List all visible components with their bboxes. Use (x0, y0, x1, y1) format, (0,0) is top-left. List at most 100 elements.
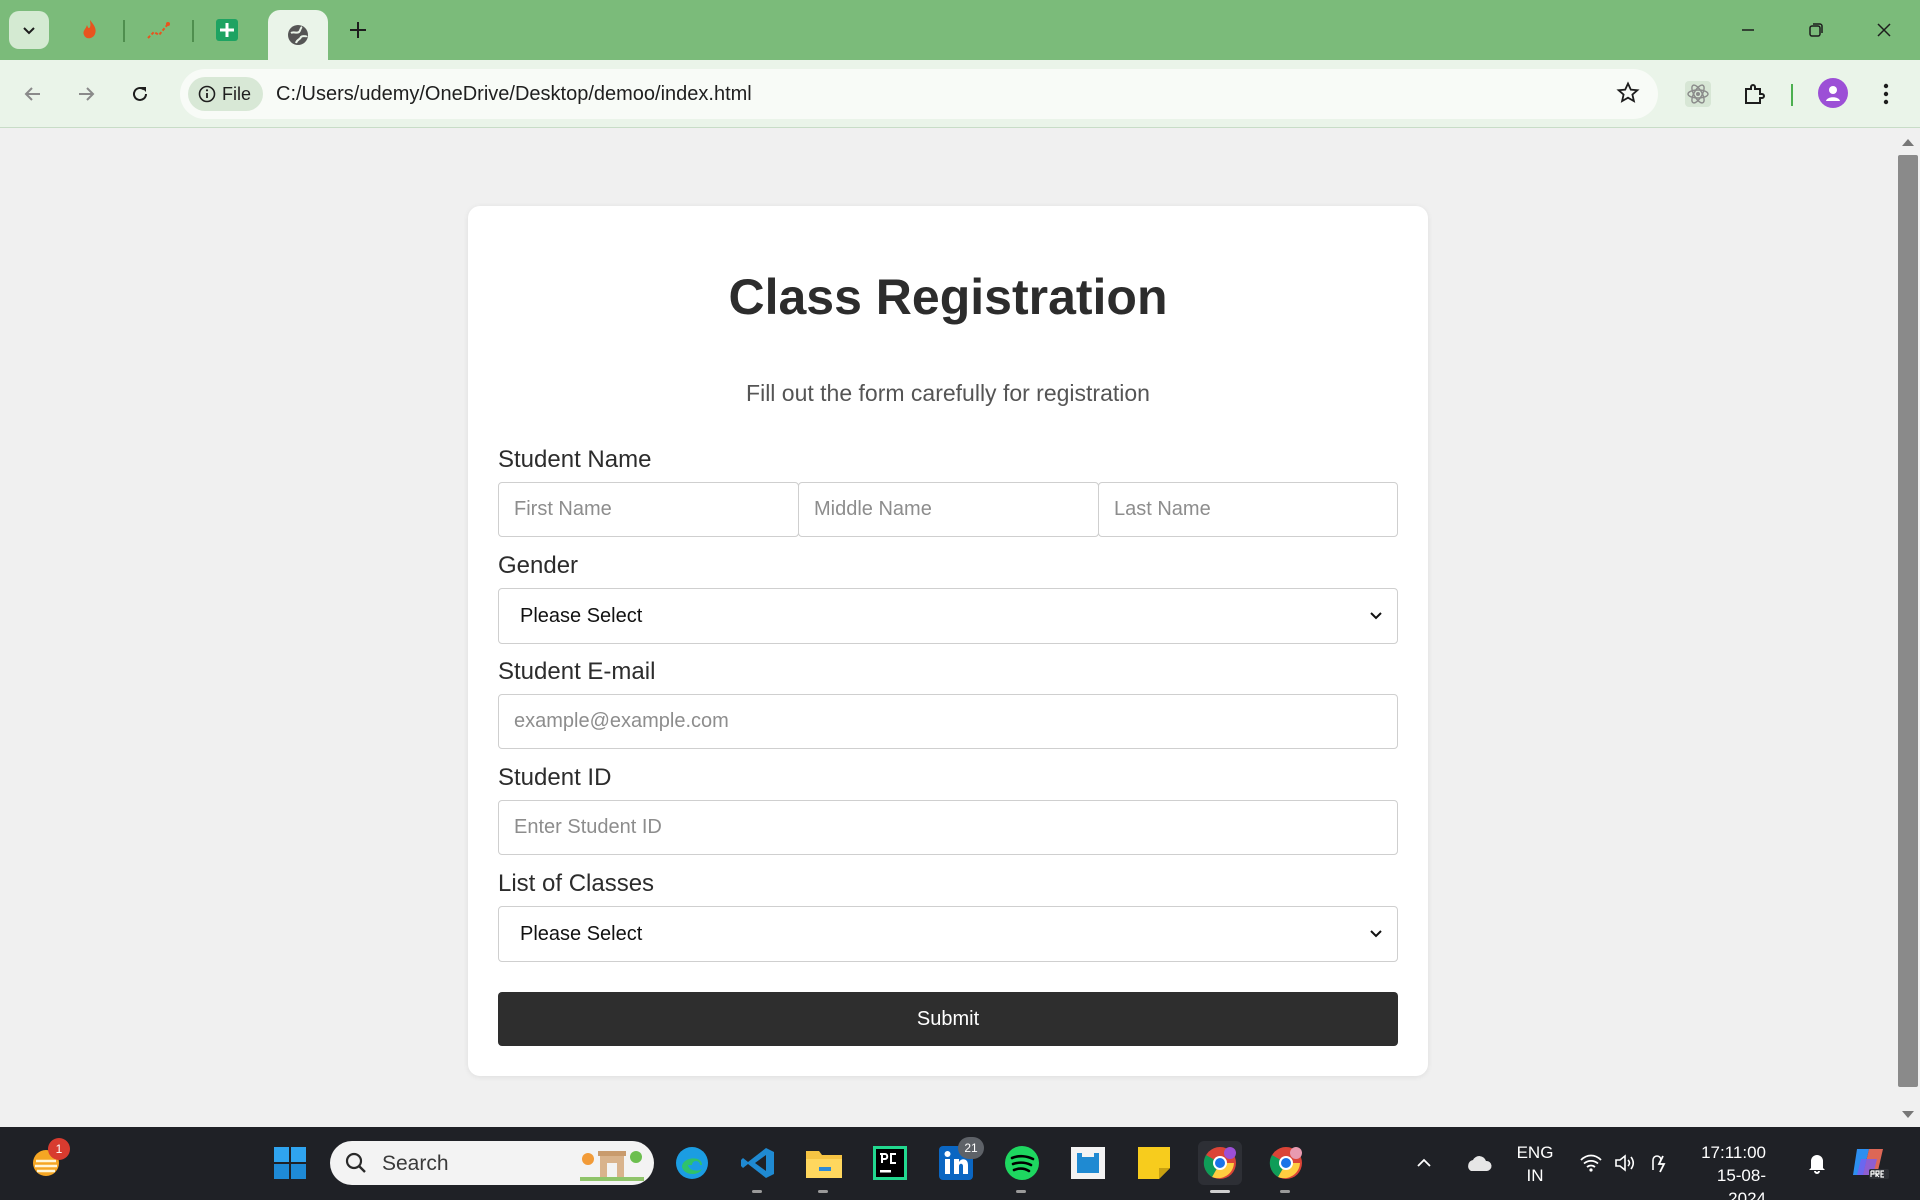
site-info-chip[interactable]: File (188, 77, 264, 111)
restore-icon (1809, 23, 1823, 37)
scroll-up-arrow[interactable] (1902, 139, 1914, 146)
student-id-input[interactable]: Enter Student ID (498, 800, 1398, 855)
cloud-icon (1468, 1156, 1492, 1171)
clock[interactable]: 17:11:00 15-08-2024 (1686, 1141, 1766, 1200)
scroll-down-arrow[interactable] (1902, 1111, 1914, 1118)
notifications-button[interactable] (1802, 1141, 1832, 1185)
more-vertical-icon (1883, 83, 1889, 105)
running-indicator (1280, 1190, 1290, 1193)
onedrive-tray-button[interactable] (1460, 1141, 1496, 1185)
page-title: Class Registration (728, 269, 1168, 325)
tab-sheets[interactable] (215, 18, 239, 42)
weather-widget[interactable]: 1 (24, 1138, 70, 1185)
taskbar-linkedin[interactable]: 21 (934, 1137, 984, 1185)
vscode-icon (741, 1148, 774, 1178)
folder-icon (806, 1151, 842, 1178)
copilot-button[interactable] (1846, 1141, 1892, 1185)
restore-button[interactable] (1800, 14, 1832, 46)
close-window-button[interactable] (1868, 14, 1900, 46)
chevron-down-icon (1370, 930, 1382, 938)
email-input[interactable]: example@example.com (498, 694, 1398, 749)
tab-firebase[interactable] (78, 18, 102, 42)
taskbar-pycharm[interactable] (868, 1141, 912, 1185)
page-viewport: Class Registration Fill out the form car… (0, 129, 1896, 1127)
registration-card: Class Registration Fill out the form car… (468, 206, 1428, 1076)
india-gate-search-highlight-icon (580, 1151, 644, 1181)
form-subtitle: Fill out the form carefully for registra… (746, 380, 1150, 406)
tab-active-local-file[interactable] (268, 10, 328, 60)
url-text[interactable]: C:/Users/udemy/OneDrive/Desktop/demoo/in… (276, 83, 752, 106)
pycharm-icon (873, 1146, 907, 1180)
taskbar-edge[interactable] (670, 1141, 714, 1185)
reload-button[interactable] (122, 76, 158, 112)
running-indicator (1016, 1190, 1026, 1193)
spotify-icon (1005, 1146, 1039, 1180)
taskbar-vscode[interactable] (736, 1141, 780, 1193)
gender-label: Gender (498, 552, 579, 579)
react-devtools-extension[interactable] (1680, 76, 1716, 112)
tab-search-button[interactable] (9, 11, 49, 49)
first-name-input[interactable]: First Name (498, 482, 799, 537)
chevron-up-icon (1417, 1158, 1431, 1167)
taskbar-file-explorer[interactable] (802, 1141, 846, 1193)
windows-logo-icon (274, 1147, 306, 1179)
chevron-down-icon (23, 27, 35, 35)
copilot-icon (1853, 1149, 1889, 1179)
tab-separator (123, 20, 125, 42)
taskbar-spotify[interactable] (1000, 1141, 1044, 1193)
last-name-input[interactable]: Last Name (1098, 482, 1398, 537)
battery-button[interactable] (1646, 1141, 1676, 1185)
extensions-button[interactable] (1736, 76, 1772, 112)
clock-date: 15-08-2024 (1716, 1166, 1766, 1200)
wifi-button[interactable] (1576, 1141, 1606, 1185)
minimize-button[interactable] (1732, 14, 1764, 46)
taskbar-chrome-active[interactable] (1198, 1141, 1242, 1193)
info-icon (198, 85, 216, 103)
classes-label: List of Classes (498, 870, 655, 897)
arrow-right-icon (79, 87, 95, 101)
bookmark-button[interactable] (1616, 81, 1640, 110)
reload-icon (133, 86, 147, 101)
taskbar-store[interactable] (1066, 1141, 1110, 1185)
middle-name-input[interactable]: Middle Name (798, 482, 1099, 537)
close-icon (1877, 23, 1891, 37)
classes-select[interactable]: Please Select (498, 906, 1398, 962)
chrome-icon (1269, 1147, 1302, 1179)
taskbar-search-box[interactable]: Search (330, 1141, 654, 1185)
browser-menu-button[interactable] (1868, 76, 1904, 112)
taskbar-sticky-notes[interactable] (1132, 1141, 1176, 1185)
react-icon (1685, 81, 1711, 107)
wifi-icon (1580, 1154, 1602, 1172)
taskbar-search-label: Search (382, 1152, 449, 1175)
language-indicator[interactable]: ENG IN (1512, 1141, 1558, 1187)
start-button[interactable] (268, 1141, 312, 1185)
search-icon (345, 1152, 366, 1173)
volume-button[interactable] (1610, 1141, 1640, 1185)
profile-avatar[interactable] (1818, 78, 1848, 108)
gender-select-value: Please Select (520, 604, 643, 627)
student-name-label: Student Name (498, 446, 652, 473)
address-bar[interactable]: File C:/Users/udemy/OneDrive/Desktop/dem… (180, 69, 1658, 119)
new-tab-button[interactable] (344, 16, 372, 44)
show-hidden-icons-button[interactable] (1408, 1141, 1440, 1185)
chevron-down-icon (1370, 612, 1382, 620)
sheets-plus-icon (216, 19, 238, 41)
submit-button[interactable]: Submit (498, 992, 1398, 1046)
plus-icon (350, 22, 366, 38)
tab-separator (192, 20, 194, 42)
bell-icon (1809, 1155, 1825, 1174)
student-id-label: Student ID (498, 764, 612, 791)
back-button[interactable] (15, 76, 51, 112)
email-label: Student E-mail (498, 658, 656, 685)
linkedin-badge: 21 (958, 1137, 984, 1159)
windows-taskbar: 1 Search 21 ENG IN 17:11:00 15-08-2024 (0, 1127, 1920, 1200)
globe-icon (288, 25, 308, 45)
profile-icon (1826, 86, 1840, 101)
taskbar-chrome-profile-2[interactable] (1264, 1141, 1308, 1193)
tab-analytics[interactable] (146, 18, 170, 42)
gender-select[interactable]: Please Select (498, 588, 1398, 644)
scroll-thumb[interactable] (1898, 155, 1918, 1087)
sticky-notes-icon (1138, 1147, 1170, 1179)
forward-button[interactable] (68, 76, 104, 112)
browser-toolbar: File C:/Users/udemy/OneDrive/Desktop/dem… (0, 60, 1920, 128)
